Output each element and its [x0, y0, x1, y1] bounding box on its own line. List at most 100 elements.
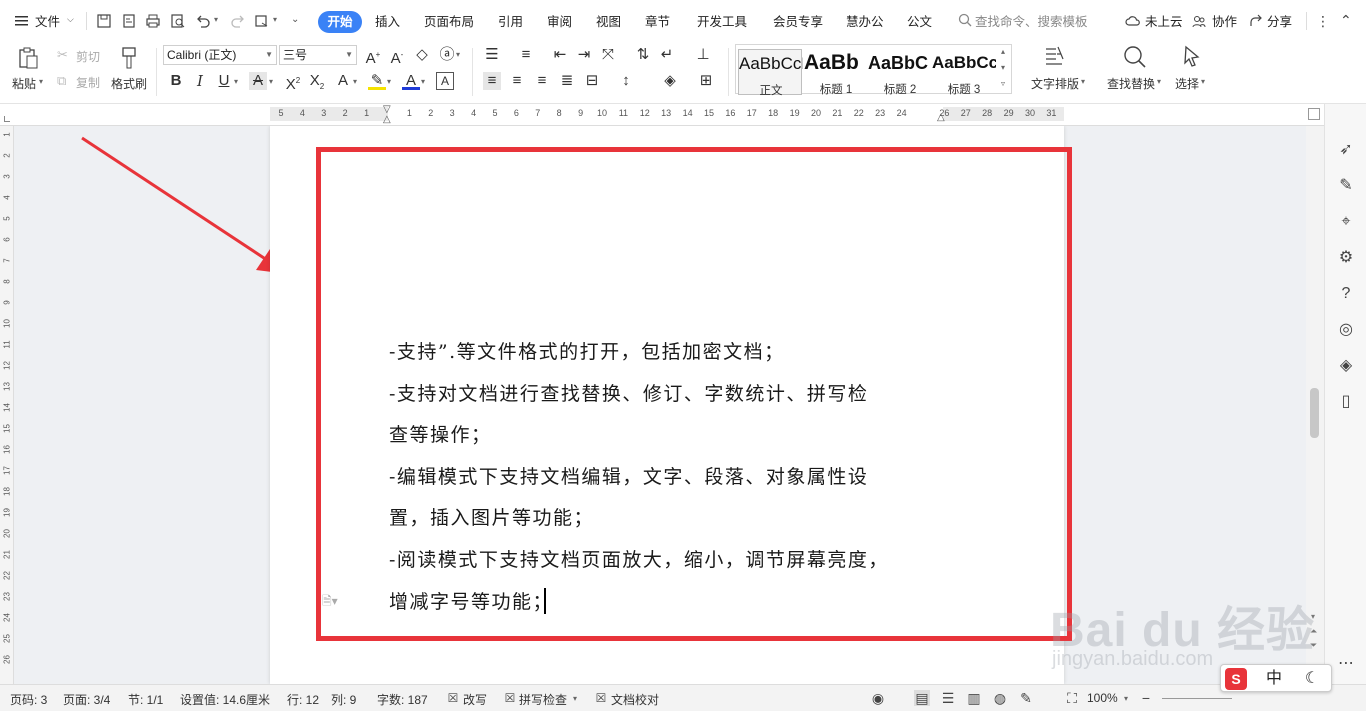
style-heading-3[interactable]: AaBbCc 标题 3 [932, 49, 996, 96]
text-layout-button[interactable]: 文字排版 [1031, 75, 1079, 92]
left-indent-marker[interactable]: △ [383, 114, 391, 125]
save-icon[interactable] [96, 13, 112, 29]
document-line[interactable]: -支持对文档进行查找替换、修订、字数统计、拼写检 [389, 379, 868, 406]
phonetic-icon[interactable]: ⓐ [438, 46, 456, 64]
sogou-logo-icon[interactable]: S [1225, 668, 1247, 690]
text-layout-icon[interactable] [1043, 44, 1069, 70]
style-scroll-down-icon[interactable]: ▾ [1001, 63, 1005, 72]
ruler-toggle-icon[interactable] [1308, 108, 1320, 120]
export-pdf-icon[interactable] [121, 13, 137, 29]
page-count[interactable]: 页面: 3/4 [63, 691, 110, 708]
align-left-icon[interactable]: ≡ [483, 72, 501, 90]
find-replace-dropdown-icon[interactable]: ▾ [1157, 77, 1161, 86]
style-normal[interactable]: AaBbCcDd 正文 [738, 49, 803, 97]
strikethrough-dropdown-icon[interactable]: ▾ [269, 77, 273, 86]
document-line[interactable]: 查等操作； [389, 420, 492, 447]
eye-protection-icon[interactable]: ◉ [870, 690, 886, 706]
tab-review[interactable]: 审阅 [547, 12, 572, 32]
format-icon[interactable] [254, 13, 270, 29]
spellcheck-dropdown-icon[interactable]: ▾ [573, 694, 577, 703]
paste-dropdown-icon[interactable]: ▾ [39, 77, 43, 86]
ai-assistant-icon[interactable]: ◎ [1336, 320, 1356, 340]
page-view-icon[interactable]: ▤ [914, 690, 930, 706]
style-expand-icon[interactable]: ▿ [1001, 79, 1005, 88]
find-replace-button[interactable]: 查找替换 [1107, 75, 1155, 92]
hamburger-icon[interactable] [14, 14, 30, 28]
tab-chapter[interactable]: 章节 [645, 12, 670, 32]
print-icon[interactable] [145, 13, 161, 29]
underline-dropdown-icon[interactable]: ▾ [234, 77, 238, 86]
tab-developer[interactable]: 开发工具 [697, 12, 747, 32]
numbered-list-icon[interactable]: ≡ [517, 46, 535, 64]
revise-checkbox-icon[interactable]: ☒ [445, 690, 461, 706]
shading-icon[interactable]: ◈ [661, 72, 679, 90]
collapse-ribbon-icon[interactable]: ⌃ [1340, 12, 1352, 29]
rocket-icon[interactable]: ➶ [1336, 140, 1356, 160]
font-color-dropdown-icon[interactable]: ▾ [421, 77, 425, 86]
cut-button[interactable]: 剪切 [76, 48, 100, 65]
format-dropdown-icon[interactable]: ▾ [273, 15, 277, 24]
vertical-ruler[interactable]: 1 2 3 4 5 6 7 8 9 10 11 12 13 14 15 16 17 18 19 20 21 22 23 24 2… [0, 126, 14, 684]
horizontal-ruler[interactable]: 5 4 3 2 1 1 2 3 4 5 6 7 8 9 10 11 12 13 14 15 16 17 18 19 20 21 22… [0, 104, 1366, 126]
align-center-icon[interactable]: ≡ [508, 72, 526, 90]
outline-view-icon[interactable]: ☰ [940, 690, 956, 706]
document-line[interactable]: -阅读模式下支持文档页面放大，缩小，调节屏幕亮度， [389, 545, 889, 572]
line-break-icon[interactable]: ↵ [658, 46, 676, 64]
borders-icon[interactable]: ⊞ [697, 72, 715, 90]
document-line[interactable]: 增减字号等功能； [389, 587, 553, 614]
tab-start[interactable]: 开始 [318, 11, 362, 33]
file-menu[interactable]: 文件 [35, 12, 60, 32]
zoom-out-icon[interactable]: − [1138, 690, 1154, 706]
select-button[interactable]: 选择 [1175, 75, 1199, 92]
tab-official-doc[interactable]: 公文 [907, 12, 932, 32]
strikethrough-icon[interactable]: A [249, 72, 267, 90]
style-scroll-up-icon[interactable]: ▴ [1001, 47, 1005, 56]
italic-icon[interactable]: I [191, 72, 209, 90]
align-right-icon[interactable]: ≡ [533, 72, 551, 90]
tab-member[interactable]: 会员专享 [773, 12, 823, 32]
fit-page-icon[interactable]: ⛶ [1064, 690, 1080, 706]
zoom-slider[interactable] [1162, 698, 1232, 699]
highlight-dropdown-icon[interactable]: ▾ [387, 77, 391, 86]
share-button[interactable]: 分享 [1267, 12, 1292, 32]
phonetic-dropdown-icon[interactable]: ▾ [456, 50, 460, 59]
font-size-select[interactable]: 三号 ▼ [279, 45, 357, 65]
print-preview-icon[interactable] [170, 13, 186, 29]
web-view-icon[interactable]: ◍ [992, 690, 1008, 706]
subscript-icon[interactable]: X2 [308, 72, 326, 91]
text-effect-icon[interactable]: A [334, 72, 352, 90]
decrease-indent-icon[interactable]: ⇤ [551, 46, 569, 64]
paste-button[interactable]: 粘贴 [12, 75, 36, 92]
tab-page-layout[interactable]: 页面布局 [424, 12, 474, 32]
book-icon[interactable]: ▯ [1336, 392, 1356, 412]
setting-value[interactable]: 设置值: 14.6厘米 [180, 691, 270, 708]
format-painter-button[interactable]: 格式刷 [111, 75, 147, 92]
font-color-icon[interactable]: A [402, 72, 420, 90]
settings-sliders-icon[interactable]: ⚙ [1336, 248, 1356, 268]
superscript-icon[interactable]: X2 [284, 72, 302, 93]
right-indent-marker[interactable]: △ [937, 112, 945, 123]
tab-insert[interactable]: 插入 [375, 12, 400, 32]
tab-references[interactable]: 引用 [498, 12, 523, 32]
style-heading-2[interactable]: AaBbC 标题 2 [868, 49, 932, 96]
zoom-level[interactable]: 100% [1087, 691, 1118, 705]
reading-view-icon[interactable]: ▥ [966, 690, 982, 706]
tab-view[interactable]: 视图 [596, 12, 621, 32]
help-icon[interactable]: ? [1336, 284, 1356, 304]
scrollbar-thumb[interactable] [1310, 388, 1319, 438]
doc-proof-button[interactable]: 文档校对 [611, 691, 659, 708]
plugin-icon[interactable]: ◈ [1336, 356, 1356, 376]
sort-icon[interactable]: ⇅ [634, 46, 652, 64]
increase-indent-icon[interactable]: ⇥ [575, 46, 593, 64]
collaborate-button[interactable]: 协作 [1212, 12, 1237, 32]
character-border-icon[interactable]: A [436, 72, 454, 90]
bold-icon[interactable]: B [167, 72, 185, 90]
spellcheck-checkbox-icon[interactable]: ☒ [502, 690, 518, 706]
document-line[interactable]: -支持”.等文件格式的打开，包括加密文档； [389, 337, 785, 364]
select-dropdown-icon[interactable]: ▾ [1201, 77, 1205, 86]
word-count[interactable]: 字数: 187 [377, 691, 428, 708]
moon-icon[interactable]: ☾ [1301, 668, 1323, 690]
tab-smart-office[interactable]: 慧办公 [846, 12, 884, 32]
write-mode-icon[interactable]: ✎ [1018, 690, 1034, 706]
document-line[interactable]: -编辑模式下支持文档编辑，文字、段落、对象属性设 [389, 462, 868, 489]
